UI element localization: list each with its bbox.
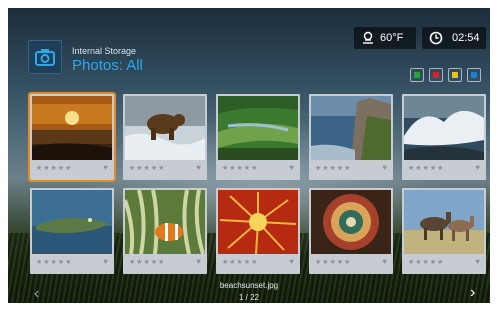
rating-stars: ★★★★★ — [408, 259, 445, 266]
photo-thumbnail — [404, 96, 484, 160]
rating-stars: ★★★★★ — [315, 259, 352, 266]
photo-tile-horses[interactable]: ★★★★★ ♥ — [402, 188, 486, 274]
temperature: 60°F — [380, 32, 404, 44]
photo-thumbnail — [311, 96, 391, 160]
rating-stars: ★★★★★ — [222, 259, 259, 266]
photo-thumbnail — [311, 190, 391, 254]
photo-index: 1 / 22 — [238, 293, 259, 302]
photo-tile-aerial-landscape[interactable]: ★★★★★ ♥ — [216, 94, 300, 180]
rating-stars: ★★★★★ — [129, 259, 166, 266]
green-button[interactable] — [410, 68, 424, 82]
blue-button[interactable] — [467, 68, 481, 82]
heart-icon: ♥ — [103, 257, 108, 266]
photo-tile-beach-sunset[interactable]: ★★★★★ ♥ — [28, 92, 116, 182]
rating-stars: ★★★★★ — [408, 165, 445, 172]
heart-icon: ♥ — [475, 257, 480, 266]
photo-tile-crashing-wave[interactable]: ★★★★★ ♥ — [402, 94, 486, 180]
photo-tile-cliff-coast[interactable]: ★★★★★ ♥ — [309, 94, 393, 180]
photo-tile-alligator[interactable]: ★★★★★ ♥ — [30, 188, 114, 274]
camera-icon — [28, 40, 62, 74]
heart-icon: ♥ — [196, 257, 201, 266]
rating-stars: ★★★★★ — [36, 259, 73, 266]
photo-tile-clownfish[interactable]: ★★★★★ ♥ — [123, 188, 207, 274]
photo-thumbnail — [125, 190, 205, 254]
photo-thumbnail — [125, 96, 205, 160]
rating-stars: ★★★★★ — [129, 165, 166, 172]
photo-thumbnail — [218, 96, 298, 160]
heart-icon: ♥ — [289, 257, 294, 266]
media-browser-screen: Internal Storage Photos: All 60°F 02:54 — [8, 8, 490, 303]
photo-thumbnail — [32, 96, 112, 160]
next-arrow[interactable]: › — [470, 284, 475, 302]
photo-tile-flower[interactable]: ★★★★★ ♥ — [216, 188, 300, 274]
selected-filename: beachsunset.jpg — [219, 281, 279, 290]
breadcrumb: Internal Storage — [72, 46, 137, 56]
heart-icon: ♥ — [475, 163, 480, 172]
rating-stars: ★★★★★ — [315, 165, 352, 172]
rating-stars: ★★★★★ — [222, 165, 259, 172]
heart-icon: ♥ — [382, 163, 387, 172]
red-button[interactable] — [429, 68, 443, 82]
photo-tile-ornament[interactable]: ★★★★★ ♥ — [309, 188, 393, 274]
rating-stars: ★★★★★ — [36, 165, 73, 172]
photo-thumbnail — [32, 190, 112, 254]
heart-icon: ♥ — [382, 257, 387, 266]
heart-icon: ♥ — [196, 163, 201, 172]
clock-icon — [429, 31, 443, 45]
yellow-button[interactable] — [448, 68, 462, 82]
cloud-icon — [363, 31, 373, 44]
heart-icon: ♥ — [289, 163, 294, 172]
clock-widget: 02:54 — [422, 27, 486, 49]
heart-icon: ♥ — [103, 163, 108, 172]
photo-thumbnail — [404, 190, 484, 254]
photo-thumbnail — [218, 190, 298, 254]
time: 02:54 — [452, 32, 480, 44]
weather-widget: 60°F — [354, 27, 416, 49]
page-title: Photos: All — [72, 57, 143, 74]
photo-tile-bear[interactable]: ★★★★★ ♥ — [123, 94, 207, 180]
